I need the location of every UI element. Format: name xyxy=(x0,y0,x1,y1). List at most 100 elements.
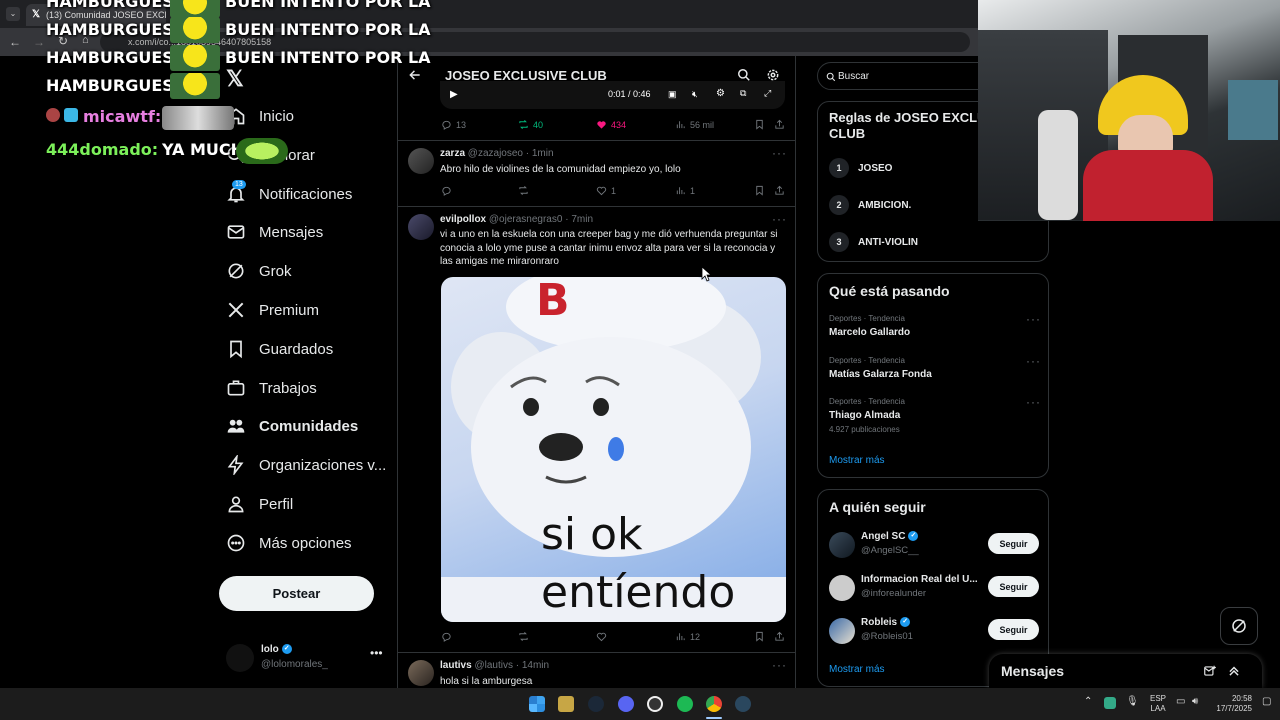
share-icon[interactable] xyxy=(774,119,785,130)
reply-action[interactable]: 13 xyxy=(441,119,466,130)
video-settings-icon[interactable]: ⚙ xyxy=(716,88,725,99)
follow-name[interactable]: Angel SC ✓ xyxy=(861,531,981,542)
follow-name[interactable]: Informacion Real del U... xyxy=(861,574,981,585)
play-icon[interactable]: ▶ xyxy=(450,89,458,100)
mute-icon[interactable]: 🔇︎ xyxy=(692,89,698,100)
more-icon[interactable]: ··· xyxy=(772,146,787,160)
trend-more-icon[interactable]: ··· xyxy=(1026,395,1041,409)
retweet-icon[interactable] xyxy=(518,185,529,196)
share-icon[interactable] xyxy=(774,185,785,196)
bookmark-icon[interactable] xyxy=(754,185,765,196)
trend-more-icon[interactable]: ··· xyxy=(1026,312,1041,326)
obs-icon[interactable] xyxy=(647,696,663,712)
follow-button[interactable]: Seguir xyxy=(988,533,1039,554)
x-home-logo-icon[interactable]: 𝕏 xyxy=(226,66,244,92)
avatar[interactable] xyxy=(829,575,855,601)
author-name[interactable]: zarza xyxy=(440,148,465,159)
follow-button[interactable]: Seguir xyxy=(988,619,1039,640)
network-icon[interactable]: ▭ xyxy=(1176,696,1185,707)
nav-item-organizaciones[interactable]: Organizaciones v... xyxy=(226,447,386,483)
avatar[interactable] xyxy=(408,660,434,686)
follow-name[interactable]: Robleis ✓ xyxy=(861,617,981,628)
like-action[interactable]: 1 xyxy=(596,185,616,196)
avatar[interactable] xyxy=(408,148,434,174)
messages-drawer[interactable]: Mensajes xyxy=(989,654,1262,688)
search-icon[interactable] xyxy=(737,68,751,82)
nav-item-notificaciones[interactable]: 13 Notificaciones xyxy=(226,176,352,212)
heart-icon[interactable] xyxy=(596,631,607,642)
nav-item-perfil[interactable]: Perfil xyxy=(226,486,293,522)
author-name[interactable]: lautivs xyxy=(440,660,472,671)
author-name[interactable]: evilpollox xyxy=(440,214,486,225)
app-icon[interactable] xyxy=(558,696,574,712)
volume-icon[interactable]: 🔊︎ xyxy=(1192,696,1198,707)
account-switcher[interactable]: lolo ✓ @lolomorales_ ••• xyxy=(226,640,386,676)
captions-icon[interactable]: ▣ xyxy=(668,89,677,100)
image-caption-bottom: entíendo xyxy=(541,567,736,618)
reply-icon[interactable] xyxy=(441,631,452,642)
clock[interactable]: 20:58 17/7/2025 xyxy=(1212,694,1252,714)
webcam-overlay xyxy=(978,0,1280,221)
nav-item-premium[interactable]: Premium xyxy=(226,292,319,328)
tab-list-button[interactable]: ⌄ xyxy=(6,7,20,21)
bookmark-icon[interactable] xyxy=(754,119,765,130)
more-icon[interactable]: ··· xyxy=(772,212,787,226)
more-icon[interactable]: ··· xyxy=(772,658,787,672)
new-message-icon[interactable] xyxy=(1203,664,1217,678)
rule-text[interactable]: ANTI-VIOLIN xyxy=(858,237,918,248)
fullscreen-icon[interactable]: ⤢ xyxy=(764,88,771,99)
reply-icon[interactable] xyxy=(441,185,452,196)
bookmark-icon[interactable] xyxy=(754,631,765,642)
avatar[interactable] xyxy=(829,618,855,644)
nav-item-mensajes[interactable]: Mensajes xyxy=(226,214,323,250)
post-button[interactable]: Postear xyxy=(219,576,374,611)
settings-gear-icon[interactable] xyxy=(766,68,780,82)
back-icon[interactable]: ← xyxy=(9,35,21,49)
nav-item-mas-opciones[interactable]: Más opciones xyxy=(226,525,352,561)
spotify-icon[interactable] xyxy=(677,696,693,712)
tray-overflow-icon[interactable]: ⌃ xyxy=(1084,696,1092,707)
steam-icon[interactable] xyxy=(588,696,604,712)
rule-text[interactable]: AMBICION. xyxy=(858,200,911,211)
follow-button[interactable]: Seguir xyxy=(988,576,1039,597)
tray-app-icon[interactable] xyxy=(1104,697,1116,709)
steam-icon[interactable] xyxy=(735,696,751,712)
microphone-icon[interactable]: 🎙︎ xyxy=(1126,696,1139,707)
views-action[interactable]: 1 xyxy=(675,185,695,196)
avatar[interactable] xyxy=(829,532,855,558)
community-timeline[interactable]: JOSEO EXCLUSIVE CLUB ▶ 0:01 / 0:46 ▣ 🔇︎ … xyxy=(397,56,796,688)
windows-start-icon[interactable] xyxy=(529,696,545,712)
follow-title: A quién seguir xyxy=(829,499,926,515)
avatar[interactable] xyxy=(408,214,434,240)
nav-item-guardados[interactable]: Guardados xyxy=(226,331,333,367)
trend-more-icon[interactable]: ··· xyxy=(1026,354,1041,368)
retweet-action[interactable]: 40 xyxy=(518,119,543,130)
language-indicator[interactable]: ESP LAA xyxy=(1150,694,1166,714)
like-action[interactable]: 434 xyxy=(596,119,626,130)
tweet-image[interactable]: B si ok entíendo xyxy=(441,277,786,622)
views-action[interactable]: 56 mil xyxy=(675,119,714,130)
discord-icon[interactable] xyxy=(618,696,634,712)
account-more-icon[interactable]: ••• xyxy=(370,646,383,660)
nav-item-comunidades[interactable]: Comunidades xyxy=(226,408,358,444)
video-player[interactable]: ▶ 0:01 / 0:46 ▣ 🔇︎ ⚙ ⧉ ⤢ xyxy=(440,81,785,109)
grok-float-button[interactable] xyxy=(1220,607,1258,645)
expand-icon[interactable] xyxy=(1227,664,1241,678)
chrome-icon[interactable] xyxy=(706,696,722,712)
nav-item-grok[interactable]: Grok xyxy=(226,253,292,289)
nav-item-trabajos[interactable]: Trabajos xyxy=(226,370,317,406)
show-more-follow-link[interactable]: Mostrar más xyxy=(829,664,885,675)
popout-icon[interactable]: ⧉ xyxy=(740,88,746,99)
notifications-icon[interactable]: ▢ xyxy=(1262,696,1271,707)
show-more-trends-link[interactable]: Mostrar más xyxy=(829,455,885,466)
nav-label: Comunidades xyxy=(259,417,359,435)
rule-text[interactable]: JOSEO xyxy=(858,163,892,174)
emote-image xyxy=(236,138,288,164)
share-icon[interactable] xyxy=(774,631,785,642)
tweet-time: · 7min xyxy=(565,214,594,225)
retweet-icon[interactable] xyxy=(518,631,529,642)
nav-item-inicio[interactable]: Inicio xyxy=(226,98,294,134)
views-action[interactable]: 12 xyxy=(675,631,700,642)
back-arrow-icon[interactable] xyxy=(408,68,422,82)
forward-icon[interactable]: → xyxy=(33,35,45,49)
